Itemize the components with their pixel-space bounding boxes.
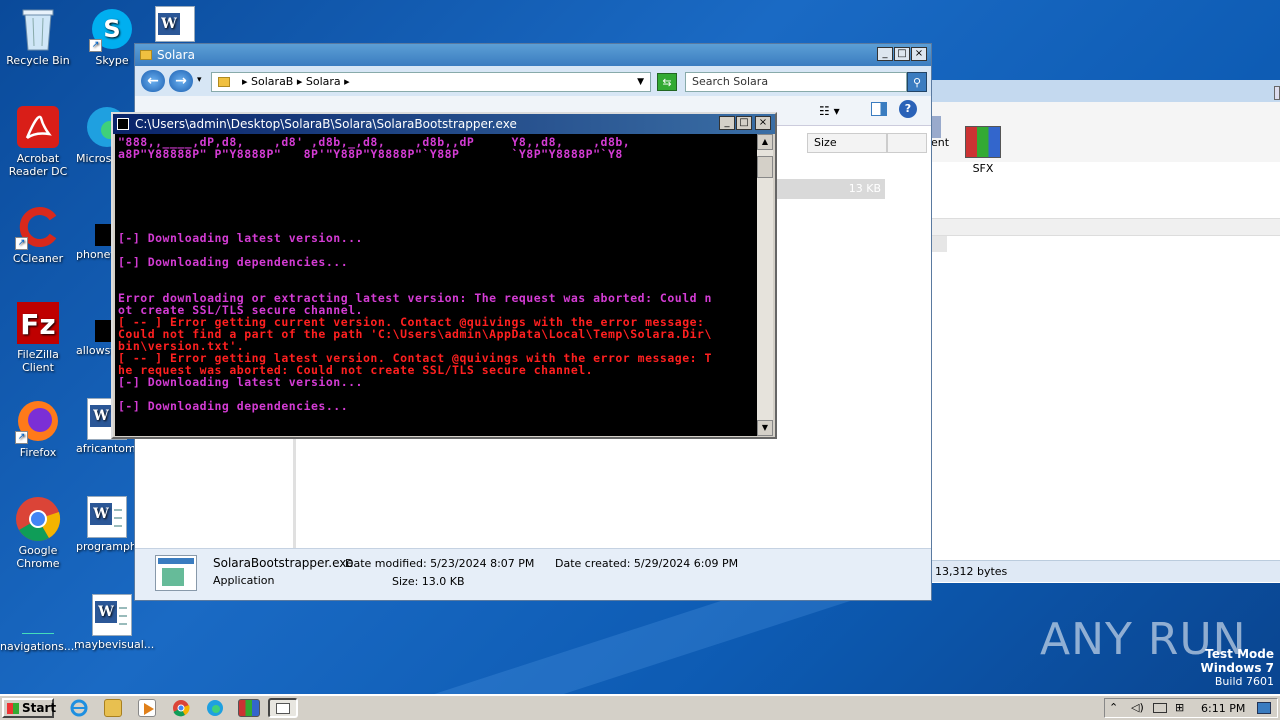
display-icon[interactable] [1153,703,1167,713]
file-icon [16,594,60,638]
refresh-icon: ⇆ [662,76,672,89]
desktop-icon-acrobat[interactable]: Acrobat Reader DC [0,104,76,178]
view-options-icon[interactable]: ☷ ▾ [819,104,840,118]
taskbar: Start ⌃ ◁) ⊞ 6:11 PM [0,694,1280,720]
details-filename: SolaraBootstrapper.exe [213,556,354,570]
chevron-down-icon[interactable]: ▾ [197,75,202,85]
address-bar[interactable]: ▸ SolaraB ▸ Solara ▸ ▼ [211,72,651,92]
date-modified: 5/23/2024 8:07 PM [430,557,535,570]
close-button[interactable]: × [911,47,927,61]
desktop-icon-filezilla[interactable]: Fz FileZilla Client [0,300,76,374]
arrow-left-icon: ← [147,73,159,89]
breadcrumb-item[interactable]: Solara [306,75,341,88]
help-icon[interactable]: ? [899,100,917,118]
details-pane: SolaraBootstrapper.exe Application Date … [135,548,931,600]
preview-pane-icon[interactable] [871,102,887,116]
console-titlebar[interactable]: C:\Users\admin\Desktop\SolaraB\Solara\So… [113,114,775,134]
chrome-icon [15,496,61,542]
media-player-taskbar-icon[interactable] [138,699,156,717]
desktop-icon-firefox[interactable]: ↗ Firefox [0,398,76,459]
volume-icon[interactable]: ◁) [1131,701,1144,714]
back-button[interactable]: ← [141,70,165,92]
search-input[interactable]: Search Solara [685,72,907,92]
network-icon[interactable]: ⊞ [1175,701,1184,714]
close-button[interactable]: × [755,116,771,130]
search-icon: ⚲ [912,76,922,89]
console-scrollbar[interactable]: ▲ ▼ [757,134,773,436]
svg-text:S: S [103,15,120,43]
explorer-taskbar-icon[interactable] [104,699,122,717]
tray-expand-icon[interactable]: ⌃ [1109,701,1118,714]
folder-icon [218,77,230,87]
recycle-bin-icon [15,6,61,52]
edge-taskbar-icon[interactable] [206,699,224,717]
console-window[interactable]: C:\Users\admin\Desktop\SolaraB\Solara\So… [111,112,777,439]
winrar-taskbar-icon[interactable] [238,699,260,717]
details-type: Application [213,574,275,587]
system-tray: ⌃ ◁) ⊞ 6:11 PM [1104,698,1278,718]
arrow-right-icon: → [175,73,187,89]
desktop-icon-navigations[interactable]: navigations.... [0,594,78,653]
cmd-icon [117,118,129,130]
date-created: 5/29/2024 6:09 PM [633,557,739,570]
console-line: [-] Downloading latest version... [118,231,363,245]
explorer-navbar: ← → ▾ ▸ SolaraB ▸ Solara ▸ ▼ ⇆ Search So… [135,66,931,96]
desktop-icon-ccleaner[interactable]: ↗ CCleaner [0,204,76,265]
test-mode-text: Test Mode Windows 7 Build 7601 [1200,647,1274,688]
application-icon [155,555,197,591]
skype-icon: S ↗ [89,6,135,52]
windows-logo-icon [7,703,19,714]
file-icon [931,116,941,138]
file-size: 13.0 KB [421,575,465,588]
column-header-extra[interactable] [887,133,927,153]
console-output[interactable]: "888,,____,dP,d8, ,d8' ,d8b,_,d8, ,d8b,,… [115,134,757,436]
breadcrumb: ▸ SolaraB ▸ Solara ▸ [242,75,350,88]
scroll-down-arrow-icon[interactable]: ▼ [757,420,773,436]
breadcrumb-item[interactable]: SolaraB [251,75,293,88]
console-line: a8P"Y88888P" P"Y8888P" 8P'"Y88P"Y8888P"`… [118,147,623,161]
file-row-selected[interactable]: 13 KB [775,179,885,199]
folder-icon [140,50,152,60]
show-desktop-icon[interactable] [1257,702,1271,714]
chevron-down-icon[interactable]: ▼ [637,73,644,91]
console-line: [-] Downloading latest version... [118,375,363,389]
desktop-icon-recycle-bin[interactable]: Recycle Bin [0,6,76,67]
maximize-button[interactable]: □ [894,47,910,61]
ccleaner-icon: ↗ [15,204,61,250]
console-line: [-] Downloading dependencies... [118,255,349,269]
explorer-titlebar[interactable]: Solara _ □ × [135,44,931,66]
console-taskbar-button[interactable] [268,698,298,718]
console-line: [-] Downloading dependencies... [118,399,349,413]
svg-text:Fz: Fz [20,308,55,341]
word-doc-icon: W [87,496,127,538]
cmd-icon [276,703,290,714]
bg-item-ent[interactable]: ent [931,116,949,149]
minimize-button[interactable]: _ [877,47,893,61]
scroll-thumb[interactable] [757,156,773,178]
winrar-icon [965,126,1001,158]
chrome-taskbar-icon[interactable] [172,699,190,717]
column-header-size[interactable]: Size [807,133,887,153]
maximize-button[interactable]: □ [736,116,752,130]
ie-taskbar-icon[interactable] [70,699,88,717]
start-button[interactable]: Start [2,698,56,718]
bg-item-sfx[interactable]: SFX [961,126,1005,175]
desktop-icon-chrome[interactable]: Google Chrome [0,496,76,570]
filezilla-icon: Fz [15,300,61,346]
bg-status-bar: 13,312 bytes [931,560,1280,582]
refresh-button[interactable]: ⇆ [657,73,677,91]
word-doc-icon: W [155,6,195,42]
forward-button[interactable]: → [169,70,193,92]
acrobat-icon [15,104,61,150]
desktop-icon-maybevisual[interactable]: W maybevisual... [74,594,154,651]
firefox-icon: ↗ [15,398,61,444]
word-doc-icon: W [92,594,132,636]
clock[interactable]: 6:11 PM [1201,702,1245,715]
background-window[interactable]: ent SFX 13,312 bytes [930,80,1280,583]
desktop-icon-programph[interactable]: W programph [74,496,140,553]
scroll-up-arrow-icon[interactable]: ▲ [757,134,773,150]
minimize-button[interactable]: _ [719,116,735,130]
search-button[interactable]: ⚲ [907,72,927,92]
desktop-icon-word-top[interactable]: W [150,6,200,44]
